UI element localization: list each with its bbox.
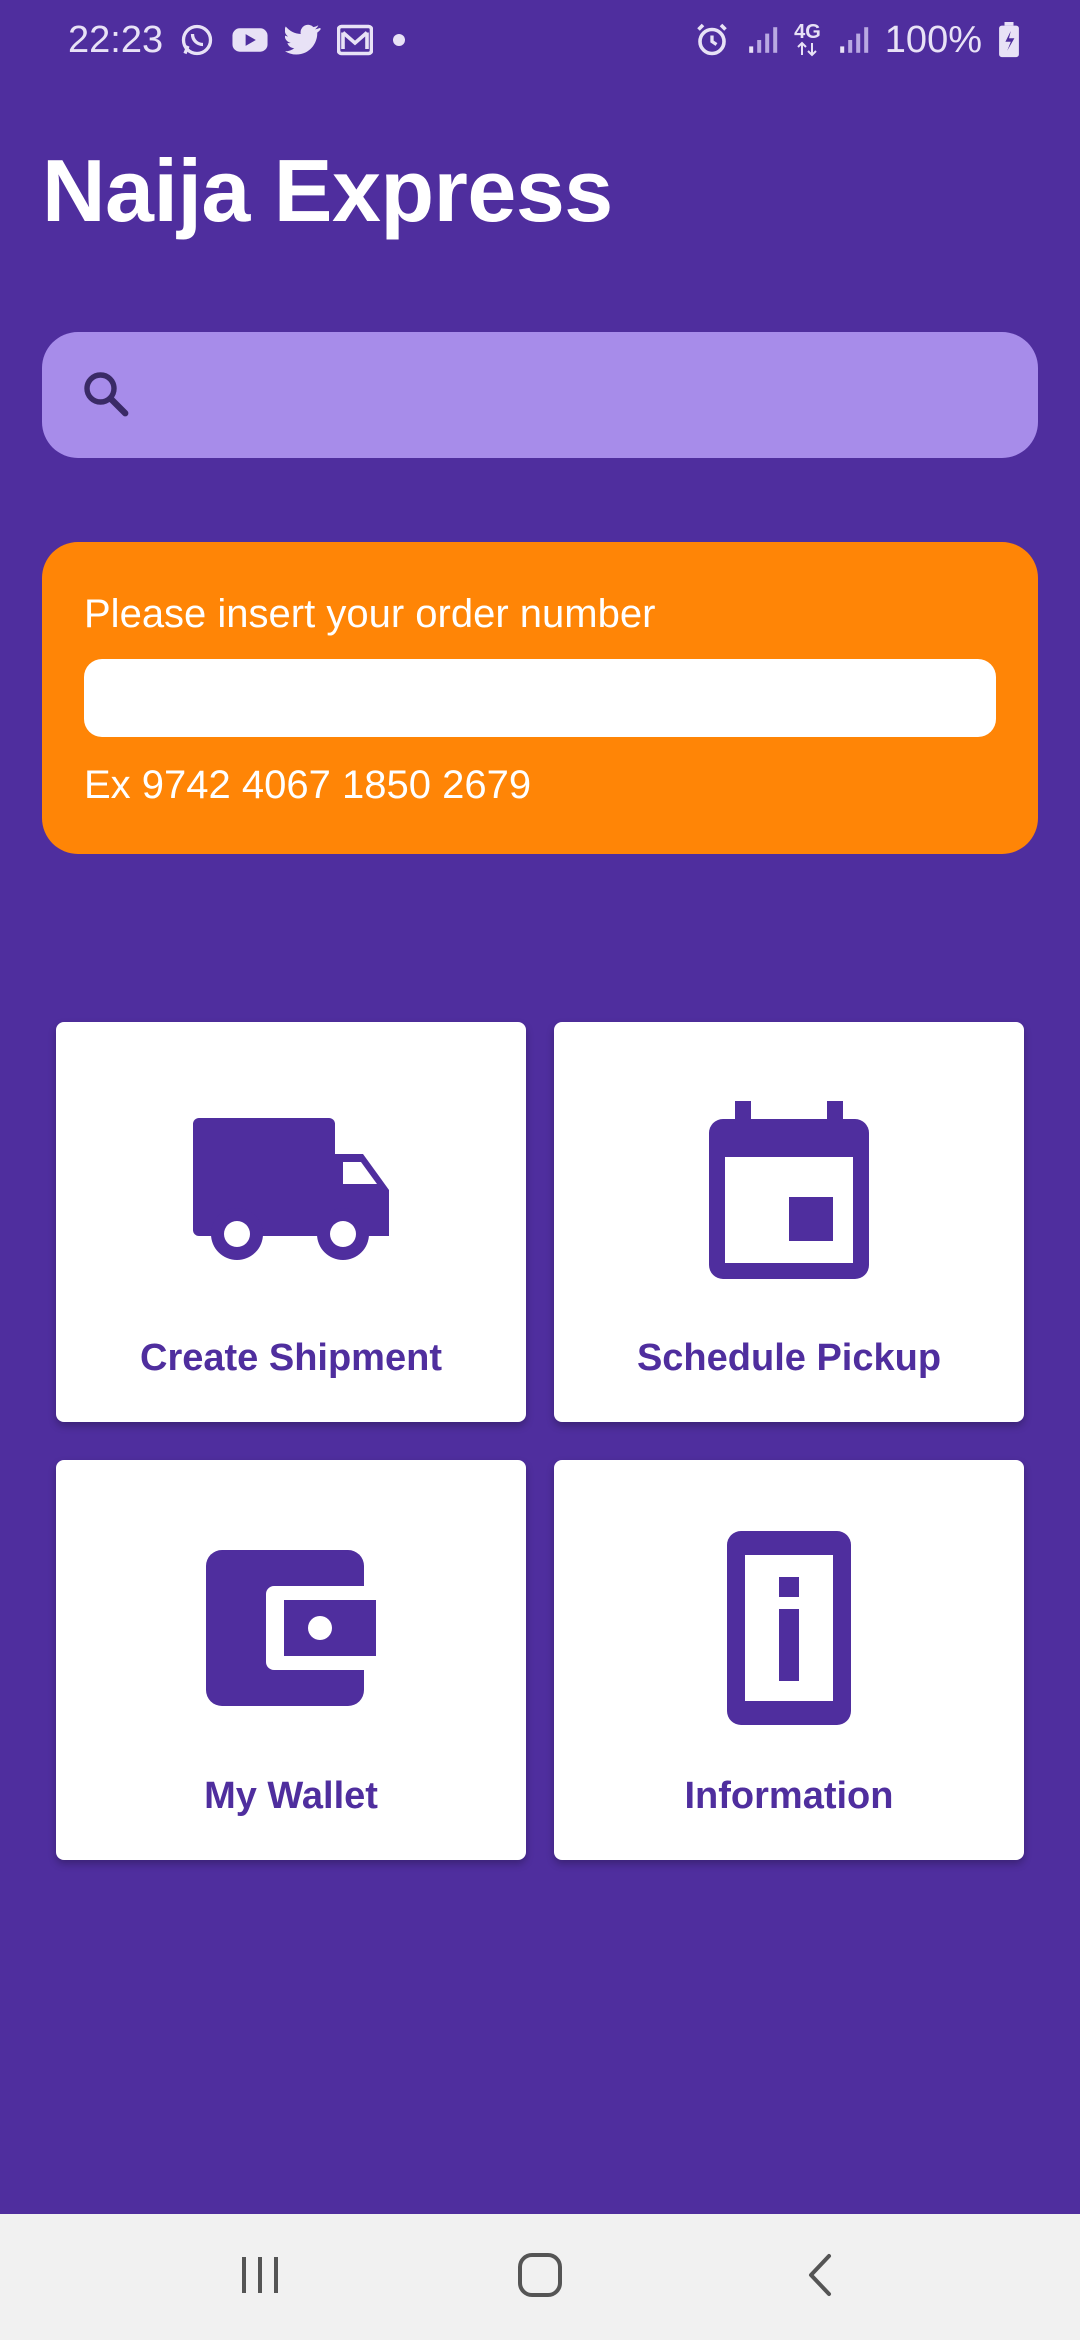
order-number-label: Please insert your order number xyxy=(84,592,656,636)
app-title: Naija Express xyxy=(42,141,613,240)
create-shipment-tile[interactable]: Create Shipment xyxy=(56,1022,526,1422)
schedule-pickup-tile[interactable]: Schedule Pickup xyxy=(554,1022,1024,1422)
order-number-example: Ex 9742 4067 1850 2679 xyxy=(84,763,532,807)
information-label: Information xyxy=(684,1775,894,1817)
search-bar[interactable] xyxy=(42,332,1038,458)
truck-icon xyxy=(193,1090,389,1290)
battery-icon xyxy=(998,22,1020,58)
back-icon xyxy=(805,2252,835,2303)
recents-icon xyxy=(238,2255,282,2300)
order-number-input[interactable] xyxy=(84,659,996,737)
status-time: 22:23 xyxy=(68,18,164,61)
information-tile[interactable]: Information xyxy=(554,1460,1024,1860)
status-bar: 22:23 4G 100% xyxy=(0,0,1080,80)
search-icon[interactable] xyxy=(78,366,132,425)
network-type-label: 4G xyxy=(794,21,821,43)
my-wallet-label: My Wallet xyxy=(204,1775,378,1817)
back-button[interactable] xyxy=(760,2227,880,2327)
system-nav-bar xyxy=(0,2214,1080,2340)
my-wallet-tile[interactable]: My Wallet xyxy=(56,1460,526,1860)
alarm-icon xyxy=(694,22,730,58)
signal-icon xyxy=(837,24,869,56)
whatsapp-icon xyxy=(179,22,215,58)
youtube-icon xyxy=(231,25,269,55)
signal-icon xyxy=(746,24,778,56)
dot-icon xyxy=(389,30,409,50)
twitter-icon xyxy=(285,24,322,56)
calendar-icon xyxy=(709,1090,869,1290)
info-icon xyxy=(727,1528,851,1728)
recents-button[interactable] xyxy=(200,2227,320,2327)
create-shipment-label: Create Shipment xyxy=(140,1337,442,1379)
search-input[interactable] xyxy=(132,332,998,458)
home-button[interactable] xyxy=(480,2227,600,2327)
4g-icon: 4G xyxy=(794,21,821,57)
status-left: 22:23 xyxy=(68,19,409,62)
status-right: 4G 100% xyxy=(694,19,1020,62)
schedule-pickup-label: Schedule Pickup xyxy=(636,1337,942,1379)
wallet-icon xyxy=(206,1528,376,1728)
home-icon xyxy=(516,2251,564,2304)
battery-percent: 100% xyxy=(884,18,982,61)
gmail-icon xyxy=(337,24,374,56)
order-card: Please insert your order number Ex 9742 … xyxy=(42,542,1038,854)
